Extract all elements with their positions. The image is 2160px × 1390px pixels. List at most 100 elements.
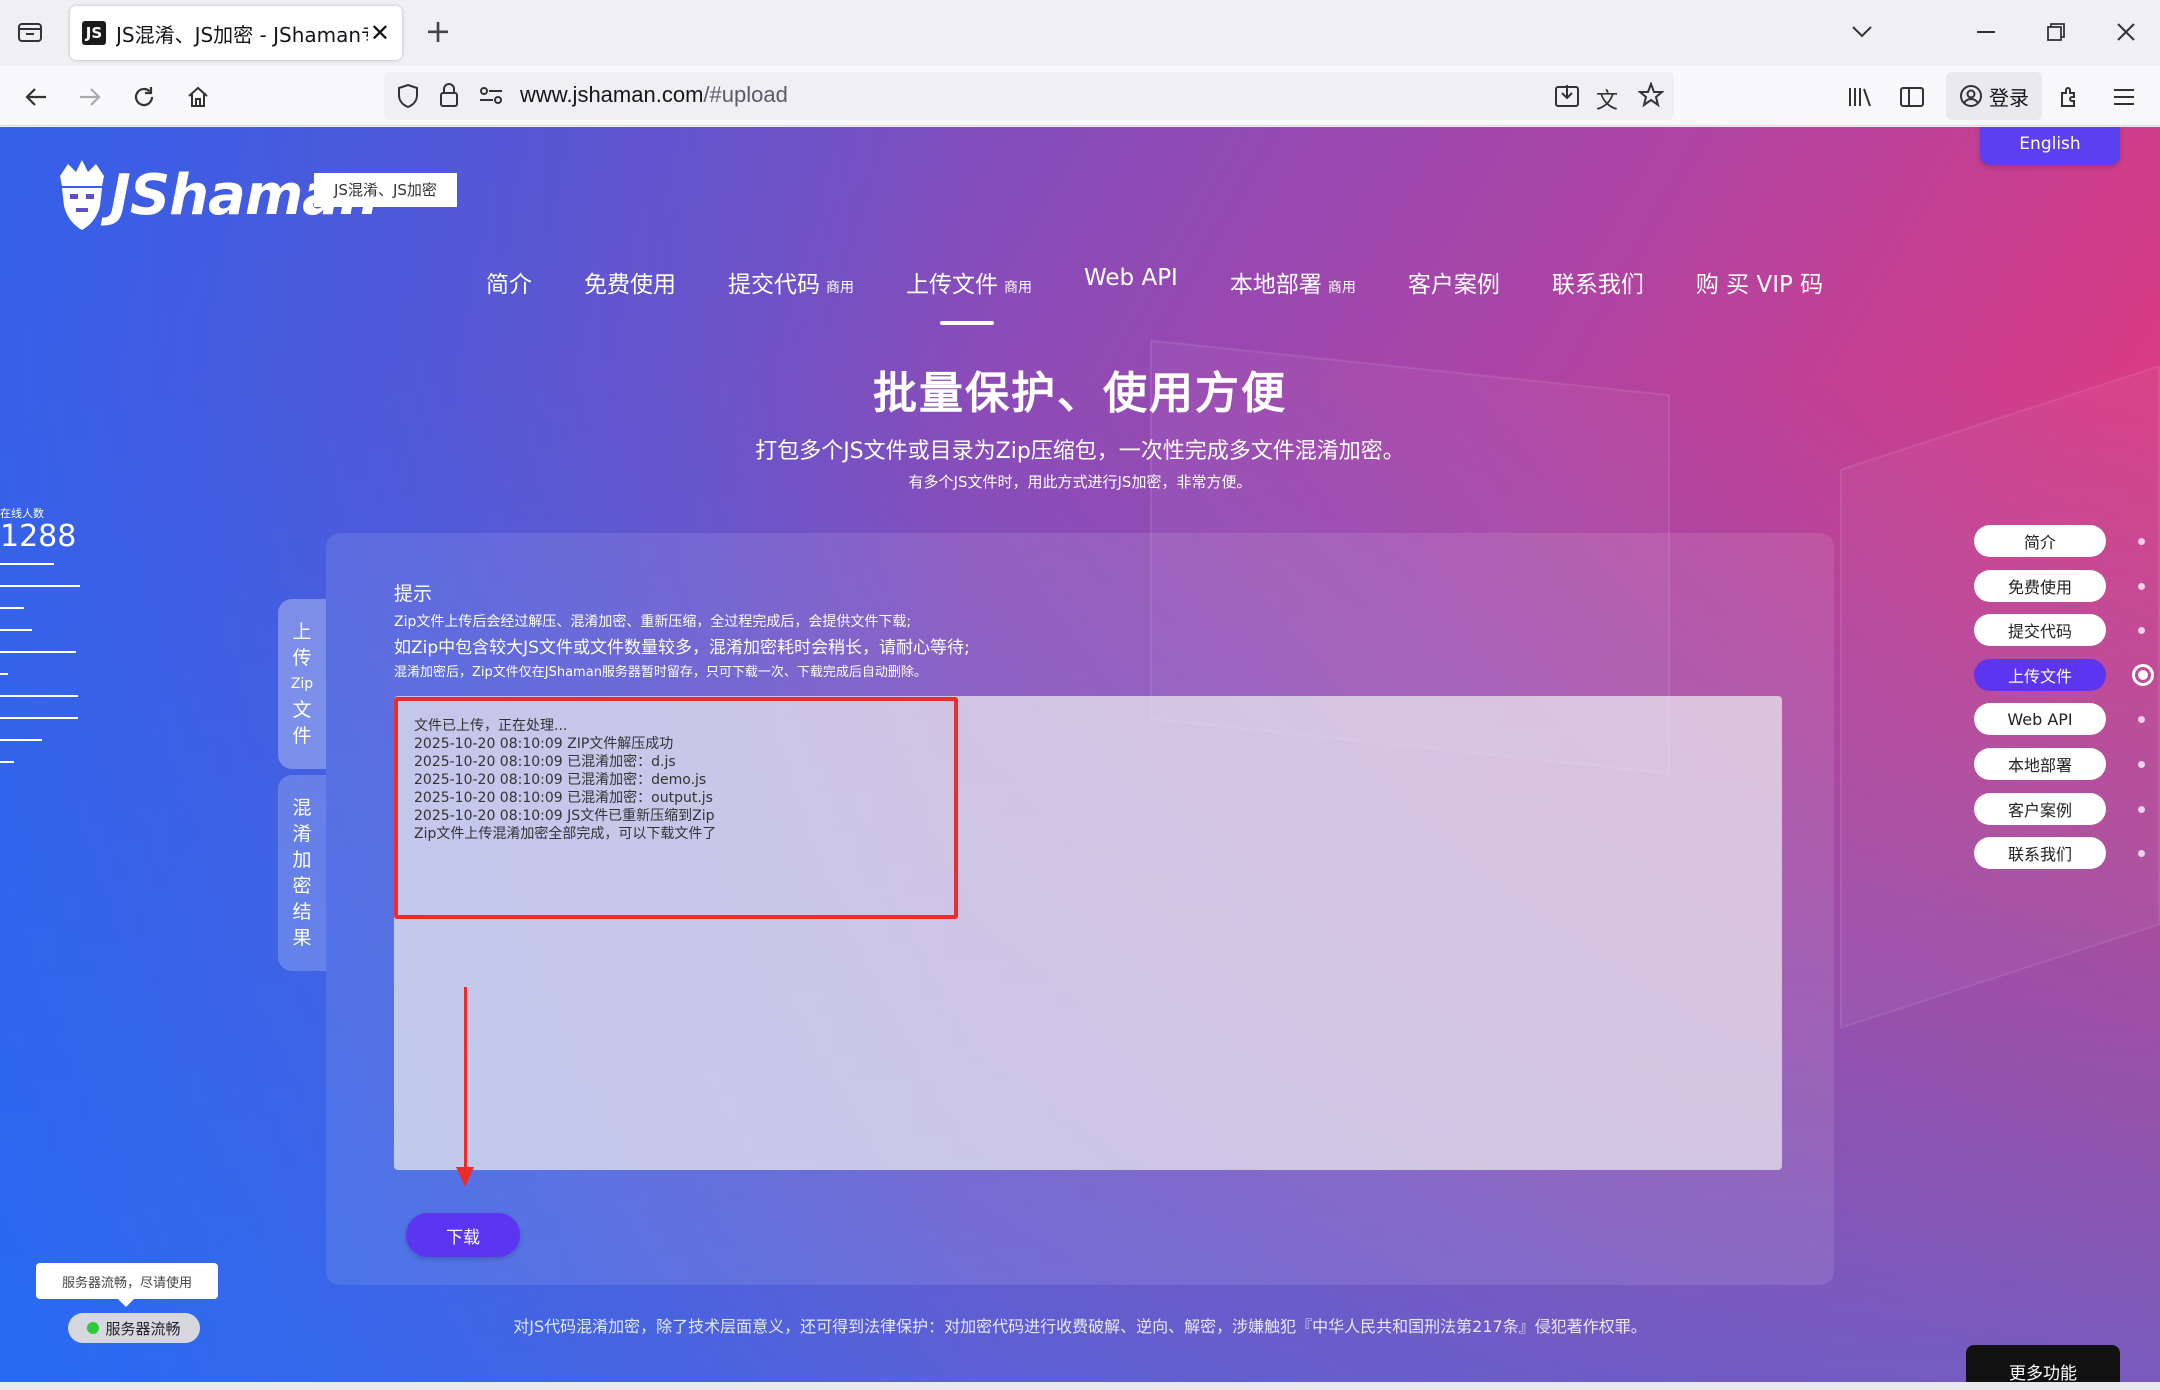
nav-item-local-deploy[interactable]: 本地部署 商用 xyxy=(1230,265,1356,309)
window-close-icon[interactable] xyxy=(2108,14,2144,50)
quick-nav-label: Web API xyxy=(2007,709,2073,729)
nav-item-submit-code[interactable]: 提交代码 商用 xyxy=(728,265,854,309)
quick-nav-label: 本地部署 xyxy=(2007,755,2072,775)
shaman-mask-icon xyxy=(56,160,108,230)
tab-title: JS混淆、JS加密 - JShaman专业 xyxy=(116,22,368,47)
new-tab-icon[interactable]: + xyxy=(420,14,456,50)
install-page-icon[interactable] xyxy=(1554,83,1580,113)
sidebar-toggle-icon[interactable] xyxy=(1894,79,1930,115)
quick-nav-label: 联系我们 xyxy=(2007,845,2072,865)
quick-nav-dot[interactable] xyxy=(2138,582,2145,590)
address-bar[interactable]: www.jshaman.com/#upload 文 xyxy=(384,72,1674,120)
nav-item-intro[interactable]: 简介 xyxy=(486,265,532,309)
nav-item-contact-us[interactable]: 联系我们 xyxy=(1552,265,1644,309)
minimize-icon[interactable] xyxy=(1968,14,2004,50)
tracking-shield-icon[interactable] xyxy=(396,83,420,113)
site-favicon-icon: JS xyxy=(82,21,106,45)
forward-arrow-icon[interactable] xyxy=(72,79,108,115)
nav-commercial-badge: 商用 xyxy=(1327,280,1356,296)
tips-heading: 提示 xyxy=(394,583,433,605)
tab-char: 密 xyxy=(292,875,312,897)
url-path: /#upload xyxy=(703,82,788,107)
permissions-icon[interactable] xyxy=(478,84,504,110)
nav-label: 提交代码 xyxy=(728,272,820,298)
nav-label: 客户案例 xyxy=(1407,272,1500,298)
nav-label: Web API xyxy=(1084,265,1178,291)
quick-nav-submit-code[interactable]: 提交代码 xyxy=(1974,614,2145,647)
tab-char: 上 xyxy=(292,621,312,643)
quick-nav-web-api[interactable]: Web API xyxy=(1974,703,2145,736)
translate-icon[interactable]: 文 xyxy=(1596,83,1618,115)
hero-subtitle: 打包多个JS文件或目录为Zip压缩包，一次性完成多文件混淆加密。 xyxy=(755,439,1405,464)
nav-label: 免费使用 xyxy=(584,272,676,298)
extensions-icon[interactable] xyxy=(2052,79,2088,115)
login-label: 登录 xyxy=(1989,85,2029,110)
tip-line: 混淆加密后，Zip文件仅在JShaman服务器暂时留存，只可下载一次、下载完成后… xyxy=(394,665,927,680)
back-arrow-icon[interactable] xyxy=(18,79,54,115)
log-line: Zip文件上传混淆加密全部完成，可以下载文件了 xyxy=(414,826,717,842)
tip-line: 如Zip中包含较大JS文件或文件数量较多，混淆加密耗时会稍长，请耐心等待; xyxy=(394,638,970,658)
nav-label: 上传文件 xyxy=(906,272,998,298)
nav-label: 购 买 VIP 码 xyxy=(1695,272,1824,298)
nav-item-customer-cases[interactable]: 客户案例 xyxy=(1408,265,1500,309)
url-text[interactable]: www.jshaman.com/#upload xyxy=(520,82,788,108)
page-viewport: JShaman JS混淆、JS加密 English 简介 免费使用 提交代码 商用… xyxy=(0,127,2160,1390)
logo-tagline: JS混淆、JS加密 xyxy=(314,173,457,207)
quick-nav-customer-cases[interactable]: 客户案例 xyxy=(1974,792,2145,825)
hero-title: 批量保护、使用方便 xyxy=(873,368,1287,419)
menu-hamburger-icon[interactable] xyxy=(2106,79,2142,115)
lock-icon[interactable] xyxy=(438,82,460,112)
quick-nav-intro[interactable]: 简介 xyxy=(1974,525,2145,557)
quick-nav-local-deploy[interactable]: 本地部署 xyxy=(1974,747,2145,780)
tab-char: 结 xyxy=(292,901,312,923)
tab-char: 传 xyxy=(292,647,312,669)
account-icon xyxy=(1960,85,1982,107)
home-icon[interactable] xyxy=(180,79,216,115)
page-bottom-edge xyxy=(0,1382,2160,1390)
tab-list-icon[interactable] xyxy=(12,14,48,50)
library-icon[interactable] xyxy=(1842,79,1878,115)
quick-nav-upload-file[interactable]: 上传文件 xyxy=(1974,658,2154,691)
close-tab-icon[interactable]: ✕ xyxy=(370,19,390,47)
tab-char: Zip xyxy=(290,676,314,692)
quick-nav-free-use[interactable]: 免费使用 xyxy=(1974,569,2145,602)
quick-nav-dot[interactable] xyxy=(2138,805,2145,813)
quick-nav-label: 简介 xyxy=(2023,533,2056,552)
log-line: 文件已上传，正在处理... xyxy=(414,718,568,734)
account-login-button[interactable]: 登录 xyxy=(1946,72,2042,120)
log-output: 文件已上传，正在处理... 2025-10-20 08:10:09 ZIP文件解… xyxy=(414,717,716,843)
english-language-button[interactable]: English xyxy=(1980,127,2120,165)
nav-item-upload-file[interactable]: 上传文件 商用 xyxy=(906,265,1032,325)
nav-item-free-use[interactable]: 免费使用 xyxy=(584,265,676,309)
nav-label: 本地部署 xyxy=(1229,272,1322,298)
tip-line: Zip文件上传后会经过解压、混淆加密、重新压缩，全过程完成后，会提供文件下载; xyxy=(394,614,912,630)
log-line: 2025-10-20 08:10:09 ZIP文件解压成功 xyxy=(414,736,674,752)
annotation-arrow-head xyxy=(456,1167,474,1187)
quick-nav-label: 客户案例 xyxy=(2007,800,2072,820)
main-navigation: 简介 免费使用 提交代码 商用 上传文件 商用 Web API 本地部署 商用 客户案… xyxy=(486,265,1823,325)
quick-nav-label: 上传文件 xyxy=(2007,666,2072,686)
quick-nav-contact-us[interactable]: 联系我们 xyxy=(1974,837,2145,870)
tab-char: 果 xyxy=(292,927,312,949)
tab-obfuscation-result[interactable]: 混 淆 加 密 结 果 xyxy=(278,775,326,971)
reload-icon[interactable] xyxy=(126,79,162,115)
quick-nav-dot-active[interactable] xyxy=(2132,663,2154,686)
tab-upload-zip-file[interactable]: 上 传 Zip 文 件 xyxy=(278,599,326,769)
nav-item-buy-vip[interactable]: 购 买 VIP 码 xyxy=(1696,265,1823,309)
panel-side-tabs: 上 传 Zip 文 件 混 淆 加 密 结 果 xyxy=(278,599,326,977)
tab-char: 混 xyxy=(292,797,312,819)
tab-overflow-chevron-icon[interactable] xyxy=(1844,14,1880,50)
quick-nav-label: 提交代码 xyxy=(2007,622,2072,642)
active-browser-tab[interactable]: JS JS混淆、JS加密 - JShaman专业 ✕ xyxy=(70,6,402,60)
restore-icon[interactable] xyxy=(2038,14,2074,50)
nav-item-web-api[interactable]: Web API xyxy=(1084,265,1178,309)
quick-nav-dot[interactable] xyxy=(2138,538,2145,545)
nav-commercial-badge: 商用 xyxy=(826,280,854,296)
legal-notice: 对JS代码混淆加密，除了技术层面意义，还可得到法律保护：对加密代码进行收费破解、… xyxy=(513,1317,1647,1336)
quick-nav-dot[interactable] xyxy=(2138,760,2145,768)
download-button[interactable]: 下载 xyxy=(406,1213,520,1257)
online-users-count: 1288 xyxy=(0,519,77,554)
tab-char: 淆 xyxy=(292,823,312,845)
log-line: 2025-10-20 08:10:09 已混淆加密：output.js xyxy=(414,790,713,806)
bookmark-star-icon[interactable] xyxy=(1637,81,1665,112)
